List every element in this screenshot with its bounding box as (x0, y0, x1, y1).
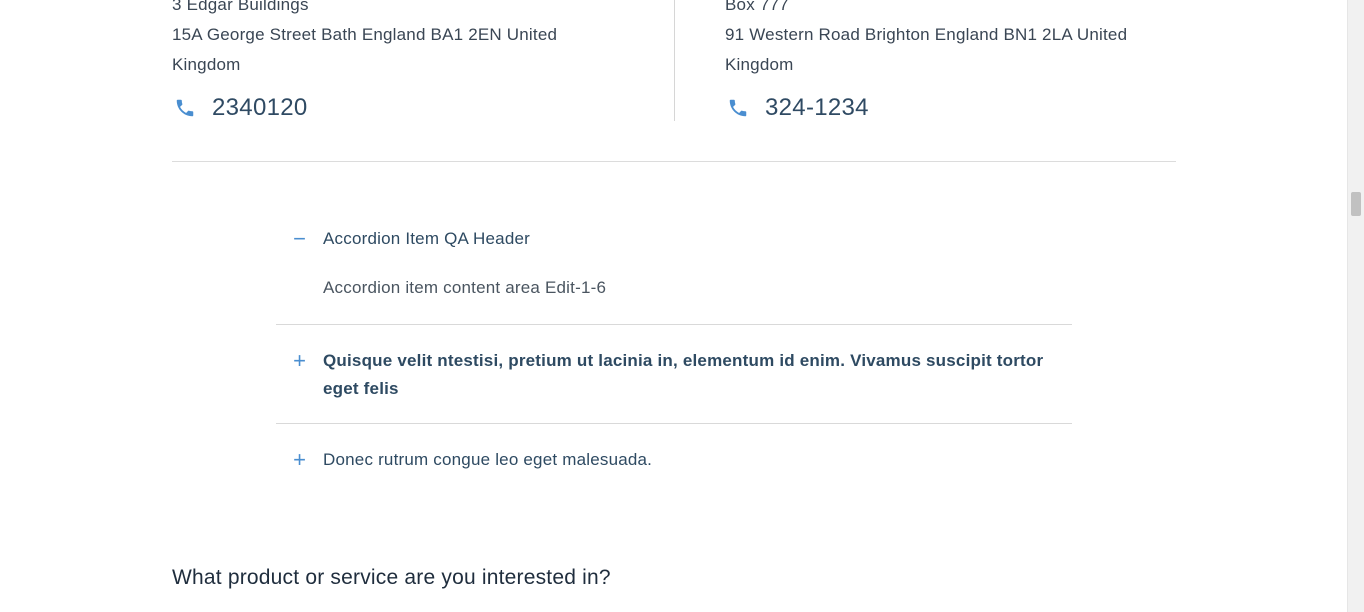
scrollbar-thumb[interactable] (1351, 192, 1361, 216)
minus-icon[interactable]: − (276, 225, 323, 253)
vertical-scrollbar[interactable] (1347, 0, 1364, 612)
location-card-brighton: Box 777 91 Western Road Brighton England… (725, 0, 1175, 122)
address-line: 15A George Street Bath England BA1 2EN U… (172, 25, 558, 44)
column-divider (674, 0, 675, 121)
accordion-item-title[interactable]: Accordion Item QA Header (323, 225, 530, 253)
accordion-item-header[interactable]: − Accordion Item QA Header (276, 225, 1072, 253)
accordion-title-line: Quisque velit ntestisi, pretium ut lacin… (323, 351, 1044, 370)
accordion-item: − Accordion Item QA Header Accordion ite… (276, 212, 1072, 325)
address-line: 3 Edgar Buildings (172, 0, 309, 14)
phone-number[interactable]: 2340120 (212, 94, 308, 122)
section-heading: What product or service are you interest… (172, 566, 611, 589)
accordion-item: + Donec rutrum congue leo eget malesuada… (276, 424, 1072, 474)
location-card-bath: 3 Edgar Buildings 15A George Street Bath… (172, 0, 652, 122)
phone-number[interactable]: 324-1234 (765, 94, 869, 122)
phone-row[interactable]: 324-1234 (725, 94, 1175, 122)
phone-icon (729, 99, 747, 117)
address-line: Kingdom (725, 55, 794, 74)
plus-icon[interactable]: + (276, 446, 323, 474)
accordion: − Accordion Item QA Header Accordion ite… (276, 212, 1072, 474)
accordion-item-header[interactable]: + Quisque velit ntestisi, pretium ut lac… (276, 347, 1072, 403)
plus-icon[interactable]: + (276, 347, 323, 375)
accordion-item-title[interactable]: Donec rutrum congue leo eget malesuada. (323, 446, 652, 474)
accordion-item-content: Accordion item content area Edit-1-6 (323, 278, 607, 297)
address-line: Kingdom (172, 55, 241, 74)
section-divider (172, 161, 1176, 162)
accordion-item-header[interactable]: + Donec rutrum congue leo eget malesuada… (276, 446, 1072, 474)
page-viewport: 3 Edgar Buildings 15A George Street Bath… (0, 0, 1364, 612)
phone-icon (176, 99, 194, 117)
phone-row[interactable]: 2340120 (172, 94, 652, 122)
accordion-item-title[interactable]: Quisque velit ntestisi, pretium ut lacin… (323, 347, 1043, 403)
address-line: 91 Western Road Brighton England BN1 2LA… (725, 25, 1128, 44)
address-line: Box 777 (725, 0, 789, 14)
accordion-item: + Quisque velit ntestisi, pretium ut lac… (276, 325, 1072, 424)
accordion-title-line: eget felis (323, 379, 399, 398)
